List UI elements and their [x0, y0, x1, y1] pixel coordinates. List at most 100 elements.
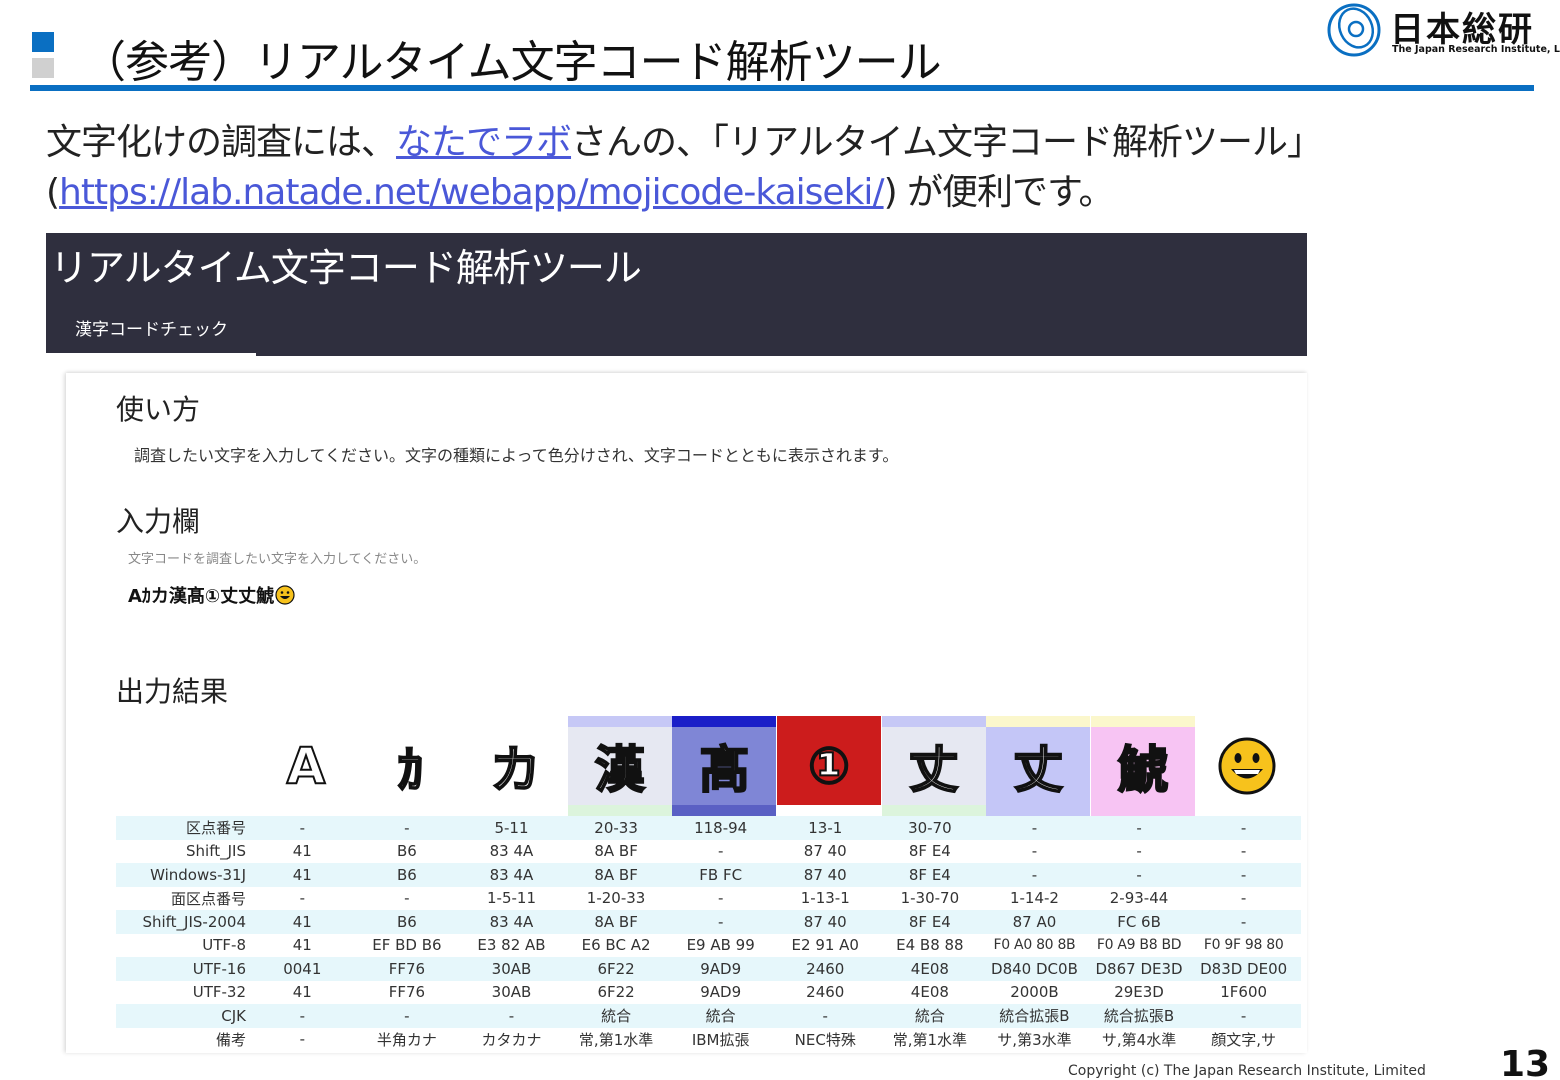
table-cell: 9AD9	[700, 959, 742, 978]
table-cell: 2000B	[1010, 983, 1059, 1002]
table-cell: 統合拡張B	[1103, 1007, 1175, 1026]
row-label: UTF-16	[192, 959, 246, 978]
table-cell: -	[1031, 842, 1038, 861]
tab-kanji-code-check[interactable]: 漢字コードチェック	[46, 305, 256, 356]
table-cell: -	[1240, 889, 1247, 908]
table-cell: -	[404, 889, 410, 908]
table-cell: 統合	[601, 1007, 632, 1026]
row-label: 面区点番号	[170, 889, 246, 908]
table-cell: 2460	[806, 983, 845, 1002]
table-cell: FC 6B	[1117, 912, 1161, 931]
table-cell: 1-13-1	[800, 889, 850, 908]
table-cell: 統合	[914, 1007, 945, 1026]
grinning-face-icon	[275, 585, 295, 605]
glyph-char: 漢	[594, 740, 646, 800]
tool-url-link[interactable]: https://lab.natade.net/webapp/mojicode-k…	[59, 172, 885, 213]
table-cell: D83D DE00	[1200, 959, 1288, 978]
table-cell: 統合	[705, 1007, 736, 1026]
table-cell: 41	[292, 912, 312, 931]
usage-text: 調査したい文字を入力してください。文字の種類によって色分けされ、文字コードととも…	[134, 446, 899, 465]
tab-label: 漢字コードチェック	[75, 320, 228, 340]
table-cell: 1-14-2	[1009, 889, 1059, 908]
table-cell: -	[1240, 1006, 1247, 1025]
glyph-category-bar-bottom	[463, 805, 568, 816]
intro-line-1: 文字化けの調査には、なたでラボさんの、「リアルタイム文字コード解析ツール」	[46, 122, 1323, 163]
table-cell: -	[1136, 865, 1142, 884]
table-cell: -	[1240, 842, 1247, 861]
glyph-category-bar-top	[1195, 716, 1300, 727]
glyph-tile: ｶ	[358, 716, 463, 816]
table-cell: 8F E4	[908, 912, 951, 931]
table-cell: 常,第1水準	[892, 1030, 968, 1049]
table-cell: 41	[292, 865, 312, 884]
table-cell: 87 40	[803, 842, 847, 861]
logo-mark-icon	[1327, 3, 1381, 57]
table-cell: FF76	[388, 983, 426, 1002]
table-cell: 9AD9	[700, 983, 742, 1002]
table-cell: -	[1136, 842, 1142, 861]
table-cell: 83 4A	[489, 842, 534, 861]
character-input[interactable]: Aｶカ漢髙①丈丈鯱	[128, 582, 295, 608]
table-cell: 常,第1水準	[578, 1030, 654, 1049]
row-label: Shift_JIS	[186, 842, 246, 861]
table-cell: NEC特殊	[794, 1030, 856, 1049]
table-cell: -	[822, 1006, 828, 1025]
table-cell: -	[1240, 865, 1247, 884]
table-cell: 41	[292, 842, 312, 861]
table-cell: E3 82 AB	[477, 936, 546, 955]
app-title: リアルタイム文字コード解析ツール	[50, 246, 642, 290]
glyph-category-bar-top	[881, 716, 986, 727]
table-cell: B6	[396, 865, 417, 884]
glyph-tile: 丈	[881, 716, 986, 816]
table-cell: 0041	[283, 959, 322, 978]
table-cell: -	[299, 1006, 305, 1025]
glyph-category-bar-bottom	[1195, 805, 1300, 816]
glyph-category-bar-bottom	[986, 805, 1091, 816]
table-cell: E6 BC A2	[581, 936, 651, 955]
glyph-category-bar-bottom	[254, 805, 358, 816]
table-cell: -	[1031, 818, 1038, 837]
table-cell: 2460	[806, 959, 845, 978]
table-cell: 半角カナ	[376, 1030, 437, 1049]
table-cell: 6F22	[597, 983, 635, 1002]
table-cell: 5-11	[494, 818, 529, 837]
glyph-tile	[1195, 716, 1300, 816]
table-cell: E9 AB 99	[686, 936, 755, 955]
table-cell: 1-30-70	[900, 889, 960, 908]
table-cell: F0 9F 98 80	[1203, 937, 1284, 954]
input-value: Aｶカ漢髙①丈丈鯱	[128, 586, 275, 607]
glyph-category-bar-top	[1090, 716, 1195, 727]
table-cell: -	[717, 912, 724, 931]
company-logo: 日本総研 The Japan Research Institute, Limit…	[1326, 2, 1560, 60]
table-cell: -	[1031, 865, 1038, 884]
table-cell: 8F E4	[908, 842, 951, 861]
table-cell: D867 DE3D	[1095, 959, 1183, 978]
table-row: Shift_JIS-2004 41 B6 83 4A 8A BF - 87 40 8F E4 8…	[116, 910, 1301, 934]
table-row: Windows-31J 41 B6 83 4A 8A BF FB FC 87 40 8F E4…	[116, 863, 1301, 887]
table-cell: 20-33	[594, 818, 638, 837]
row-label: Shift_JIS-2004	[142, 912, 246, 931]
table-row: UTF-32 41 FF76 30AB 6F22 9AD9 2460 4E08 2000B 29E…	[116, 981, 1301, 1005]
table-cell: -	[299, 1030, 305, 1049]
table-row: Shift_JIS 41 B6 83 4A 8A BF - 87 40 8F E4 - - -	[116, 840, 1301, 864]
glyph-char: カ	[489, 740, 541, 800]
page-number: 13	[1500, 1044, 1551, 1080]
table-cell: F0 A9 B8 BD	[1096, 937, 1182, 954]
glyph-category-bar-top	[672, 716, 777, 727]
glyph-category-bar-top	[254, 716, 358, 727]
table-cell: 41	[292, 983, 312, 1002]
logo-english: The Japan Research Institute, Limited	[1392, 44, 1560, 55]
glyph-tile: A	[254, 716, 358, 816]
table-cell: -	[1240, 912, 1247, 931]
glyph-category-bar-bottom	[567, 805, 672, 816]
title-rule	[30, 85, 1534, 91]
code-table: 区点番号 - -5-11 20-33 118-94 13-1 30-70- - - Shift_J…	[116, 816, 1301, 1051]
table-cell: E2 91 A0	[791, 936, 859, 955]
natade-lab-link[interactable]: なたでラボ	[396, 122, 572, 163]
table-cell: 29E3D	[1114, 983, 1164, 1002]
table-cell: -	[1240, 818, 1247, 837]
table-cell: 4E08	[910, 959, 949, 978]
glyph-char: 髙	[698, 740, 750, 800]
glyph-category-bar-top	[358, 716, 463, 727]
table-cell: 8A BF	[594, 842, 638, 861]
